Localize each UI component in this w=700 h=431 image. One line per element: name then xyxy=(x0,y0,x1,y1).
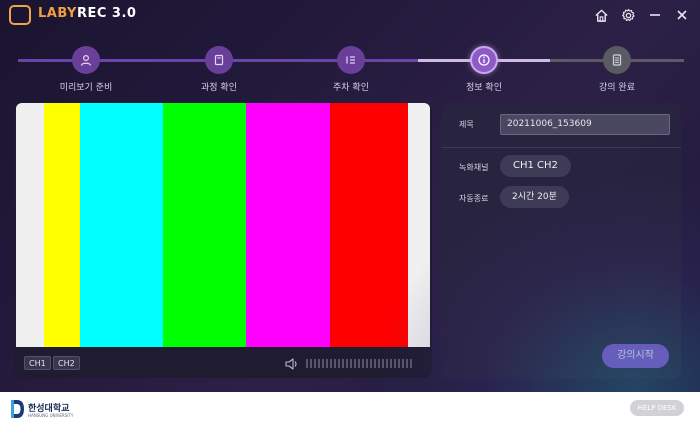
step-label: 과정 확인 xyxy=(201,83,237,93)
step-label: 정보 확인 xyxy=(466,83,502,93)
speaker-icon[interactable] xyxy=(284,356,300,370)
university-subtitle: HANSUNG UNIVERSITY xyxy=(28,413,74,418)
channel-label: 녹화채널 xyxy=(459,163,489,172)
step-label: 미리보기 준비 xyxy=(59,83,113,93)
app-logo-icon xyxy=(9,5,31,25)
auto-end-label: 자동종료 xyxy=(459,194,489,203)
step-label: 주차 확인 xyxy=(333,83,369,93)
book-icon xyxy=(205,46,233,74)
color-bar-magenta xyxy=(246,103,330,347)
minimize-icon[interactable] xyxy=(645,5,665,25)
color-bar-red xyxy=(330,103,408,347)
step-preview-ready: 미리보기 준비 xyxy=(31,46,141,93)
volume-meter xyxy=(306,359,414,368)
app-title: LABYREC 3.0 xyxy=(38,6,136,21)
color-bar-green xyxy=(163,103,246,347)
university-logo-icon xyxy=(9,398,25,420)
title-bar: LABYREC 3.0 xyxy=(0,0,700,30)
ch1-toggle[interactable]: CH1 xyxy=(24,356,51,370)
gear-icon[interactable] xyxy=(618,5,638,25)
color-bar-cyan xyxy=(80,103,163,347)
progress-stepper: 미리보기 준비 과정 확인 주차 확인 정보 확인 강의 완료 xyxy=(0,38,700,98)
video-preview xyxy=(16,103,430,347)
step-label: 강의 완료 xyxy=(599,83,635,93)
help-desk-button[interactable]: HELP DESK xyxy=(630,400,684,416)
step-week-check: 주차 확인 xyxy=(296,46,406,93)
info-icon xyxy=(470,46,498,74)
color-bar-yellow xyxy=(44,103,80,347)
video-preview-panel: CH1 CH2 xyxy=(14,103,432,378)
step-info-check: 정보 확인 xyxy=(429,46,539,93)
channel-selector[interactable]: CH1 CH2 xyxy=(500,155,571,177)
footer: 한성대학교 HANSUNG UNIVERSITY HELP DESK xyxy=(0,392,700,431)
color-bar-white-right xyxy=(408,103,430,347)
auto-end-selector[interactable]: 2시간 20분 xyxy=(500,186,569,208)
title-label: 제목 xyxy=(459,120,474,129)
ch2-toggle[interactable]: CH2 xyxy=(53,356,80,370)
app-title-prefix: LABY xyxy=(38,6,77,21)
start-lecture-button[interactable]: 강의시작 xyxy=(602,344,669,368)
close-icon[interactable] xyxy=(672,5,692,25)
app-title-rest: REC 3.0 xyxy=(76,6,137,21)
title-input[interactable]: 20211006_153609 xyxy=(500,114,670,135)
list-icon xyxy=(337,46,365,74)
home-icon[interactable] xyxy=(591,5,611,25)
info-panel: 제목 20211006_153609 녹화채널 CH1 CH2 자동종료 2시간… xyxy=(441,103,681,379)
app-window: LABYREC 3.0 미리보기 준비 과정 확인 주차 확인 정보 확인 강의… xyxy=(0,0,700,392)
divider xyxy=(441,147,681,148)
step-course-check: 과정 확인 xyxy=(164,46,274,93)
user-icon xyxy=(72,46,100,74)
step-lecture-complete: 강의 완료 xyxy=(562,46,672,93)
color-bar-white-left xyxy=(16,103,44,347)
document-icon xyxy=(603,46,631,74)
